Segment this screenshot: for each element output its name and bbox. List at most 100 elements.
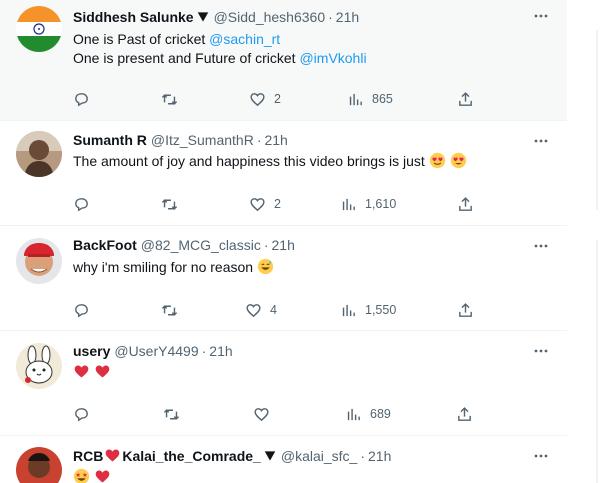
tweet-4[interactable]: usery @UserY4499 · 21h 689 <box>0 331 567 436</box>
rail-border <box>596 240 598 483</box>
red-heart-emoji <box>74 365 89 378</box>
avatar[interactable] <box>16 447 62 483</box>
separator-dot: · <box>201 343 207 359</box>
handle[interactable]: @Sidd_hesh6360 <box>214 9 326 25</box>
like-button[interactable] <box>253 404 270 424</box>
more-icon[interactable] <box>531 446 551 466</box>
share-icon <box>459 91 472 106</box>
handle[interactable]: @82_MCG_classic <box>141 237 261 253</box>
like-icon <box>250 197 265 211</box>
views-button[interactable]: 865 <box>347 89 393 109</box>
reply-button[interactable] <box>73 300 90 320</box>
views-button[interactable]: 1,610 <box>340 194 396 214</box>
reply-icon <box>75 407 88 421</box>
tweet-header: BackFoot @82_MCG_classic · 21h <box>73 237 295 253</box>
avatar[interactable] <box>16 6 62 52</box>
avatar[interactable] <box>16 131 62 177</box>
like-count: 4 <box>270 303 277 317</box>
grinning-sweat-emoji <box>257 258 274 275</box>
timestamp[interactable]: 21h <box>264 132 287 148</box>
tweet-text-line: One is Past of cricket <box>73 31 210 47</box>
more-icon[interactable] <box>531 6 551 26</box>
reply-button[interactable] <box>73 404 90 424</box>
handle[interactable]: @kalai_sfc_ <box>281 448 357 464</box>
views-button[interactable]: 1,550 <box>340 300 396 320</box>
verified-icon <box>264 450 276 461</box>
display-name[interactable]: Siddhesh Salunke <box>73 9 194 25</box>
retweet-button[interactable] <box>161 89 178 109</box>
timestamp[interactable]: 21h <box>272 237 295 253</box>
tweet-1[interactable]: Siddhesh Salunke @Sidd_hesh6360 · 21h On… <box>0 0 567 121</box>
display-name[interactable]: usery <box>73 343 110 359</box>
share-button[interactable] <box>457 300 474 320</box>
timestamp[interactable]: 21h <box>336 9 359 25</box>
views-icon <box>349 93 362 105</box>
like-button[interactable]: 2 <box>249 89 281 109</box>
more-icon[interactable] <box>531 236 551 256</box>
tweet-text: One is Past of cricket @sachin_rt One is… <box>73 30 367 68</box>
tweet-text: why i'm smiling for no reason <box>73 258 274 277</box>
tweet-5[interactable]: RCB Kalai_the_Comrade_ @kalai_sfc_ · 21h <box>0 436 567 483</box>
display-name-prefix[interactable]: RCB <box>73 448 103 464</box>
timestamp[interactable]: 21h <box>209 343 232 359</box>
retweet-button[interactable] <box>161 300 178 320</box>
retweet-icon <box>161 93 178 105</box>
tweet-feed: Siddhesh Salunke @Sidd_hesh6360 · 21h On… <box>0 0 567 483</box>
avatar[interactable] <box>16 238 62 284</box>
view-count: 1,610 <box>365 197 397 211</box>
retweet-button[interactable] <box>163 404 180 424</box>
tweet-header: usery @UserY4499 · 21h <box>73 343 233 359</box>
views-button[interactable]: 689 <box>345 404 391 424</box>
tweet-text: The amount of joy and happiness this vid… <box>73 152 467 171</box>
red-heart-emoji <box>95 365 110 378</box>
views-icon <box>347 408 360 420</box>
avatar[interactable] <box>16 343 62 389</box>
share-button[interactable] <box>456 404 473 424</box>
share-button[interactable] <box>457 89 474 109</box>
view-count: 1,550 <box>365 303 397 317</box>
handle[interactable]: @UserY4499 <box>114 343 198 359</box>
verified-icon <box>197 12 208 22</box>
tweet-text-line: The amount of joy and happiness this vid… <box>73 153 425 169</box>
mention-link[interactable]: @sachin_rt <box>209 31 280 47</box>
action-bar: 2 1,610 <box>73 194 473 214</box>
views-icon <box>342 304 355 316</box>
tweet-2[interactable]: Sumanth R @Itz_SumanthR · 21h The amount… <box>0 121 567 226</box>
separator-dot: · <box>328 9 333 25</box>
retweet-icon <box>161 198 178 210</box>
retweet-button[interactable] <box>161 194 178 214</box>
red-heart-emoji <box>106 449 120 462</box>
tweet-header: Sumanth R @Itz_SumanthR · 21h <box>73 132 288 148</box>
smiling-face-with-heart-eyes-emoji <box>429 152 445 169</box>
like-icon <box>254 407 269 421</box>
like-button[interactable]: 4 <box>245 300 277 320</box>
timestamp[interactable]: 21h <box>368 448 391 464</box>
view-count: 689 <box>370 407 391 421</box>
reply-icon <box>75 197 88 211</box>
tweet-text <box>73 468 111 483</box>
red-heart-emoji <box>95 470 110 483</box>
reply-button[interactable] <box>73 89 90 109</box>
like-icon <box>250 92 265 106</box>
share-icon <box>458 406 471 421</box>
tweet-header: RCB Kalai_the_Comrade_ @kalai_sfc_ · 21h <box>73 447 391 464</box>
views-icon <box>342 198 355 210</box>
share-icon <box>459 302 472 317</box>
heart-eyes-emoji <box>450 152 466 169</box>
rail-border <box>596 30 598 210</box>
share-button[interactable] <box>457 194 474 214</box>
display-name[interactable]: BackFoot <box>73 237 137 253</box>
like-button[interactable]: 2 <box>249 194 281 214</box>
display-name[interactable]: Sumanth R <box>73 132 147 148</box>
action-bar: 2 865 <box>73 89 473 109</box>
tweet-3[interactable]: BackFoot @82_MCG_classic · 21h why i'm s… <box>0 226 567 331</box>
more-icon[interactable] <box>531 341 551 361</box>
action-bar: 689 <box>73 404 473 424</box>
mention-link[interactable]: @imVkohli <box>299 50 366 66</box>
tweet-text-line: why i'm smiling for no reason <box>73 259 254 275</box>
reply-button[interactable] <box>73 194 90 214</box>
handle[interactable]: @Itz_SumanthR <box>151 132 254 148</box>
action-bar: 4 1,550 <box>73 300 473 320</box>
display-name[interactable]: Kalai_the_Comrade_ <box>122 448 261 464</box>
more-icon[interactable] <box>531 131 551 151</box>
